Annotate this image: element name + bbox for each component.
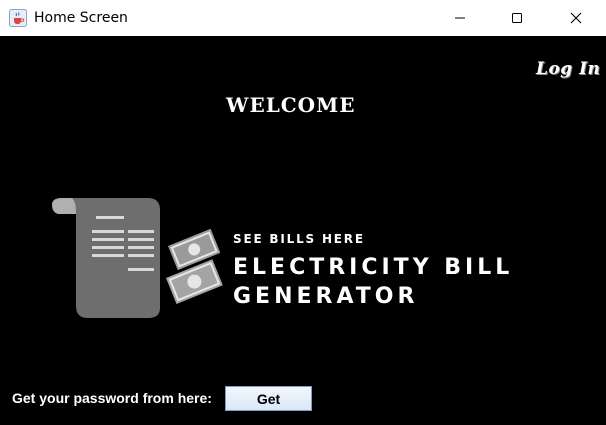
brand-title-line2: GENERATOR bbox=[233, 284, 419, 309]
maximize-icon bbox=[512, 13, 522, 23]
password-label: Get your password from here: bbox=[12, 390, 212, 406]
app-window: Home Screen Log In WELCOME SEE BILLS HER… bbox=[0, 0, 606, 425]
banner-tagline: SEE BILLS HERE bbox=[233, 232, 365, 246]
get-password-button[interactable]: Get bbox=[225, 386, 312, 411]
java-cup-icon bbox=[9, 9, 27, 27]
close-icon bbox=[570, 12, 582, 24]
title-bar: Home Screen bbox=[0, 0, 606, 36]
maximize-button[interactable] bbox=[494, 0, 540, 36]
brand-title-line1: ELECTRICITY BILL bbox=[233, 255, 514, 280]
minimize-icon bbox=[455, 17, 465, 19]
welcome-heading: WELCOME bbox=[226, 93, 356, 117]
minimize-button[interactable] bbox=[437, 0, 483, 36]
window-title: Home Screen bbox=[34, 10, 128, 26]
login-link[interactable]: Log In bbox=[536, 59, 600, 79]
close-button[interactable] bbox=[553, 0, 599, 36]
